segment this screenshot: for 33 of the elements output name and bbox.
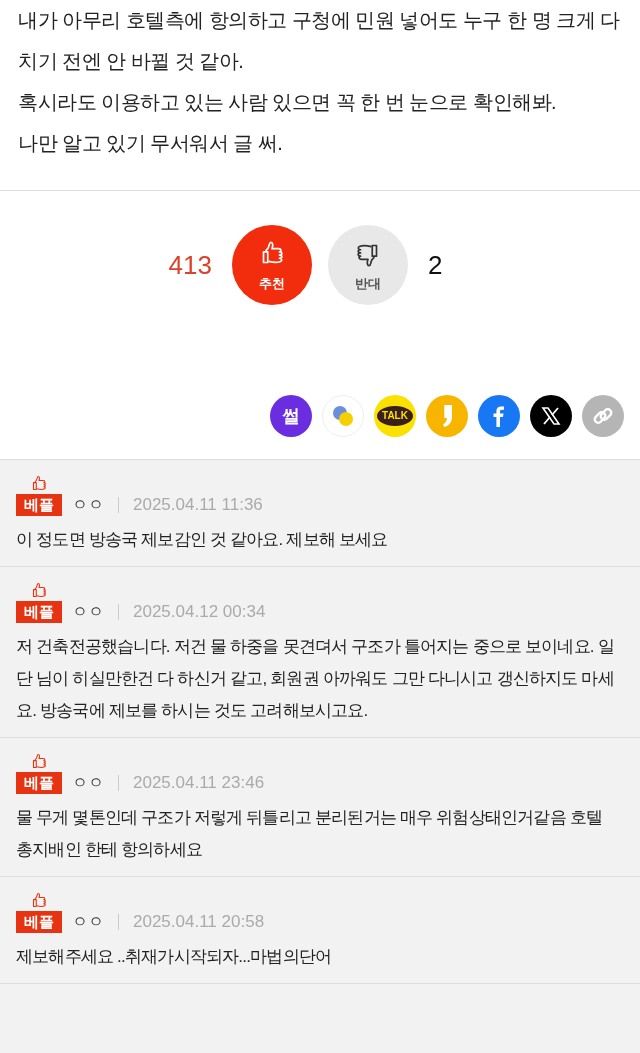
best-reply-badge: 베플: [16, 494, 62, 516]
comment-text: 저 건축전공했습니다. 저건 물 하중을 못견뎌서 구조가 틀어지는 중으로 보이네요. 일단 님이 히실만한건 다 하신거 같고, 회원권 아까워도 그만 다니시고 갱신하지도 마세요. 방송국에 제보를 하시는 것도 고려해보시고요.: [16, 636, 615, 722]
comment-date: 2025.04.11 23:46: [133, 772, 265, 794]
copy-link-button[interactable]: [582, 395, 624, 437]
downvote-count: 2: [428, 249, 444, 281]
comment-text: 이 정도면 방송국 제보감인 것 같아요. 제보해 보세요: [16, 529, 389, 551]
ssul-share-button[interactable]: 썰: [270, 395, 312, 437]
comment-author: ㅇㅇ: [72, 912, 104, 932]
comment-author: ㅇㅇ: [72, 773, 104, 793]
article-paragraph: 혹시라도 이용하고 있는 사람 있으면 꼭 한 번 눈으로 확인해봐.: [18, 90, 558, 115]
bubble-share-button[interactable]: [322, 395, 364, 437]
best-reply-badge: 베플: [16, 772, 62, 794]
comma-icon: [442, 405, 452, 427]
comma-share-button[interactable]: [426, 395, 468, 437]
comment-text: 제보해주세요 ..취재가시작되자...마법의단어: [16, 946, 333, 968]
comment-date: 2025.04.12 00:34: [133, 601, 266, 623]
recommend-button[interactable]: 추천: [232, 225, 312, 305]
oppose-button[interactable]: 반대: [328, 225, 408, 305]
comment-date: 2025.04.11 11:36: [133, 494, 263, 516]
kakaotalk-share-button[interactable]: TALK: [374, 395, 416, 437]
talk-bubble: TALK: [377, 406, 413, 426]
article-paragraph: 내가 아무리 호텔측에 항의하고 구청에 민원 넣어도 누구 한 명 크게 다치기 전엔 안 바뀔 것 같아.: [18, 8, 621, 74]
x-share-button[interactable]: [530, 395, 572, 437]
best-reply-badge: 베플: [16, 601, 62, 623]
best-reply-badge: 베플: [16, 911, 62, 933]
article-paragraph: 나만 알고 있기 무서워서 글 써.: [18, 131, 284, 156]
comment-author: ㅇㅇ: [72, 495, 104, 515]
comment-text: 물 무게 몇톤인데 구조가 저렇게 뒤틀리고 분리된거는 매우 위험상태인거같음 호텔 총지배인 한테 항의하세요: [16, 807, 604, 861]
upvote-count: 413: [167, 249, 212, 281]
chat-bubbles-icon: [330, 403, 356, 429]
facebook-share-button[interactable]: [478, 395, 520, 437]
comment-author: ㅇㅇ: [72, 602, 104, 622]
comment-date: 2025.04.11 20:58: [133, 911, 265, 933]
